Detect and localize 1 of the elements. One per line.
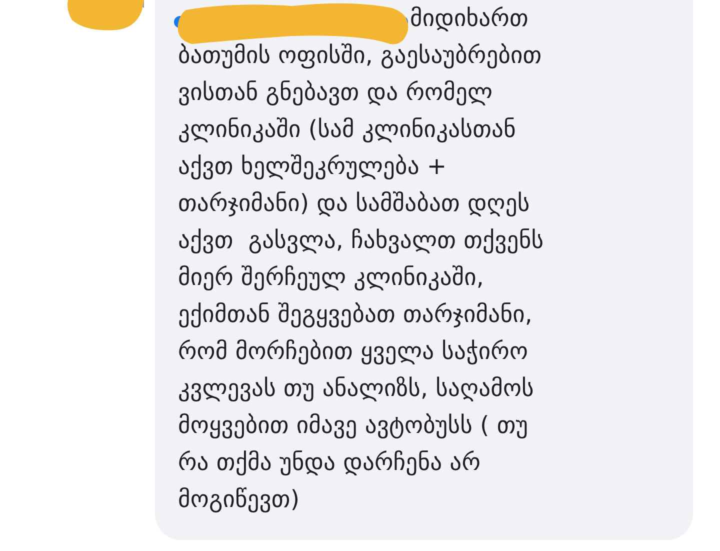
comment-text: მიდიხართ ბათუმის ოფისში, გაესაუბრებით ვისთან გნებავთ და რომელ კლინიკაში (სამ კლინიკასთან აქვთ ხელშეკრულება + თარჯიმანი) და სამშაბათ დღეს აქვთ გასვლა, ჩახვალთ თქვენს მიერ შერჩეულ კლინიკაში, ექიმთან შეგყვებათ თარჯიმანი, რომ მორჩებით ყველა საჭირო კვლევას თუ ანალიზს, საღამოს მოყვებით იმავე ავტობუსს ( თუ რა თქმა უნდა დარჩენა არ მოგიწევთ): [178, 3, 545, 515]
